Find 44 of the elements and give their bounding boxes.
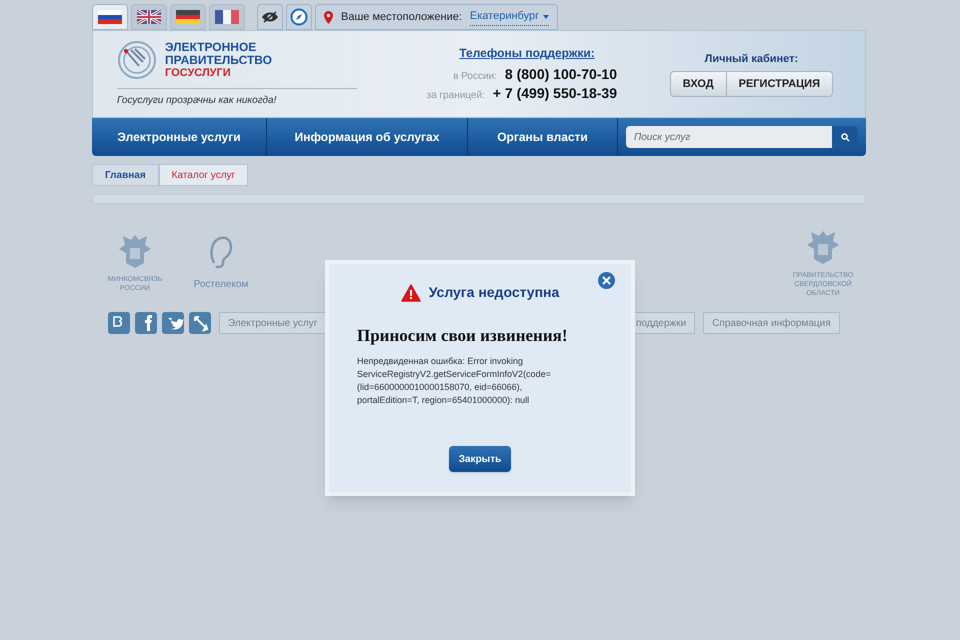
compass-icon[interactable]: [286, 4, 312, 30]
logo-title: ПРАВИТЕЛЬСТВО: [165, 54, 272, 66]
breadcrumb[interactable]: Главная: [92, 164, 159, 186]
nav-item[interactable]: Органы власти: [468, 118, 618, 156]
eye-icon[interactable]: [257, 4, 283, 30]
phone-label: в России:: [453, 70, 497, 84]
logo-subtitle: ГОСУСЛУГИ: [165, 66, 232, 80]
bird-icon[interactable]: [162, 312, 184, 334]
nav-item[interactable]: Информация об услугах: [267, 118, 468, 156]
letter-f-icon[interactable]: [135, 312, 157, 334]
logo-title: ЭЛЕКТРОННОЕ: [165, 40, 258, 54]
search-button[interactable]: [832, 126, 858, 148]
caret-icon: [543, 14, 550, 18]
language-tab[interactable]: [92, 4, 128, 30]
map-pin-icon: [324, 10, 333, 24]
phone-label: за границей:: [426, 89, 485, 103]
breadcrumb[interactable]: Каталог услуг: [158, 164, 248, 186]
search-field[interactable]: Поиск услуг: [626, 126, 832, 148]
account-title: Личный кабинет:: [704, 52, 798, 67]
dialog-heading: Приносим свои извинения!: [357, 325, 568, 347]
german-flag-icon: [176, 10, 200, 24]
error-message: Непредвиденная ошибка: Error invoking ServiceRegistryV2.getServiceFormInfoV2(code=(lid=6600000010000158070, eid=66066), portalEdition=T, region=65401000000): null: [357, 354, 552, 406]
account-button[interactable]: ВХОД: [670, 71, 727, 98]
phone-number: + 7 (499) 550-18-39: [492, 85, 617, 101]
slogan: Госуслуги прозрачны как никогда!: [117, 88, 357, 108]
dialog-title: Услуга недоступна: [428, 283, 560, 302]
close-icon[interactable]: [598, 272, 615, 289]
search-icon: [840, 132, 850, 142]
partner-caption: Ростелеком: [194, 278, 248, 292]
letter-b-icon[interactable]: [108, 312, 130, 334]
language-tab[interactable]: [170, 4, 206, 30]
nav-item[interactable]: Электронные услуги: [92, 118, 267, 156]
russian-flag-icon: [98, 10, 122, 24]
language-tab[interactable]: [209, 4, 245, 30]
british-flag-icon: [137, 10, 161, 24]
city-selector[interactable]: Екатеринбург: [470, 8, 550, 26]
account-button[interactable]: РЕГИСТРАЦИЯ: [726, 71, 833, 98]
language-tab[interactable]: [131, 4, 167, 30]
phone-number: 8 (800) 100-70-10: [504, 66, 617, 82]
french-flag-icon: [215, 10, 239, 24]
warning-icon: [400, 284, 421, 302]
close-button[interactable]: Закрыть: [448, 446, 512, 472]
location-label: Ваше местоположение:: [341, 10, 462, 25]
support-title[interactable]: Телефоны поддержки:: [459, 44, 595, 62]
